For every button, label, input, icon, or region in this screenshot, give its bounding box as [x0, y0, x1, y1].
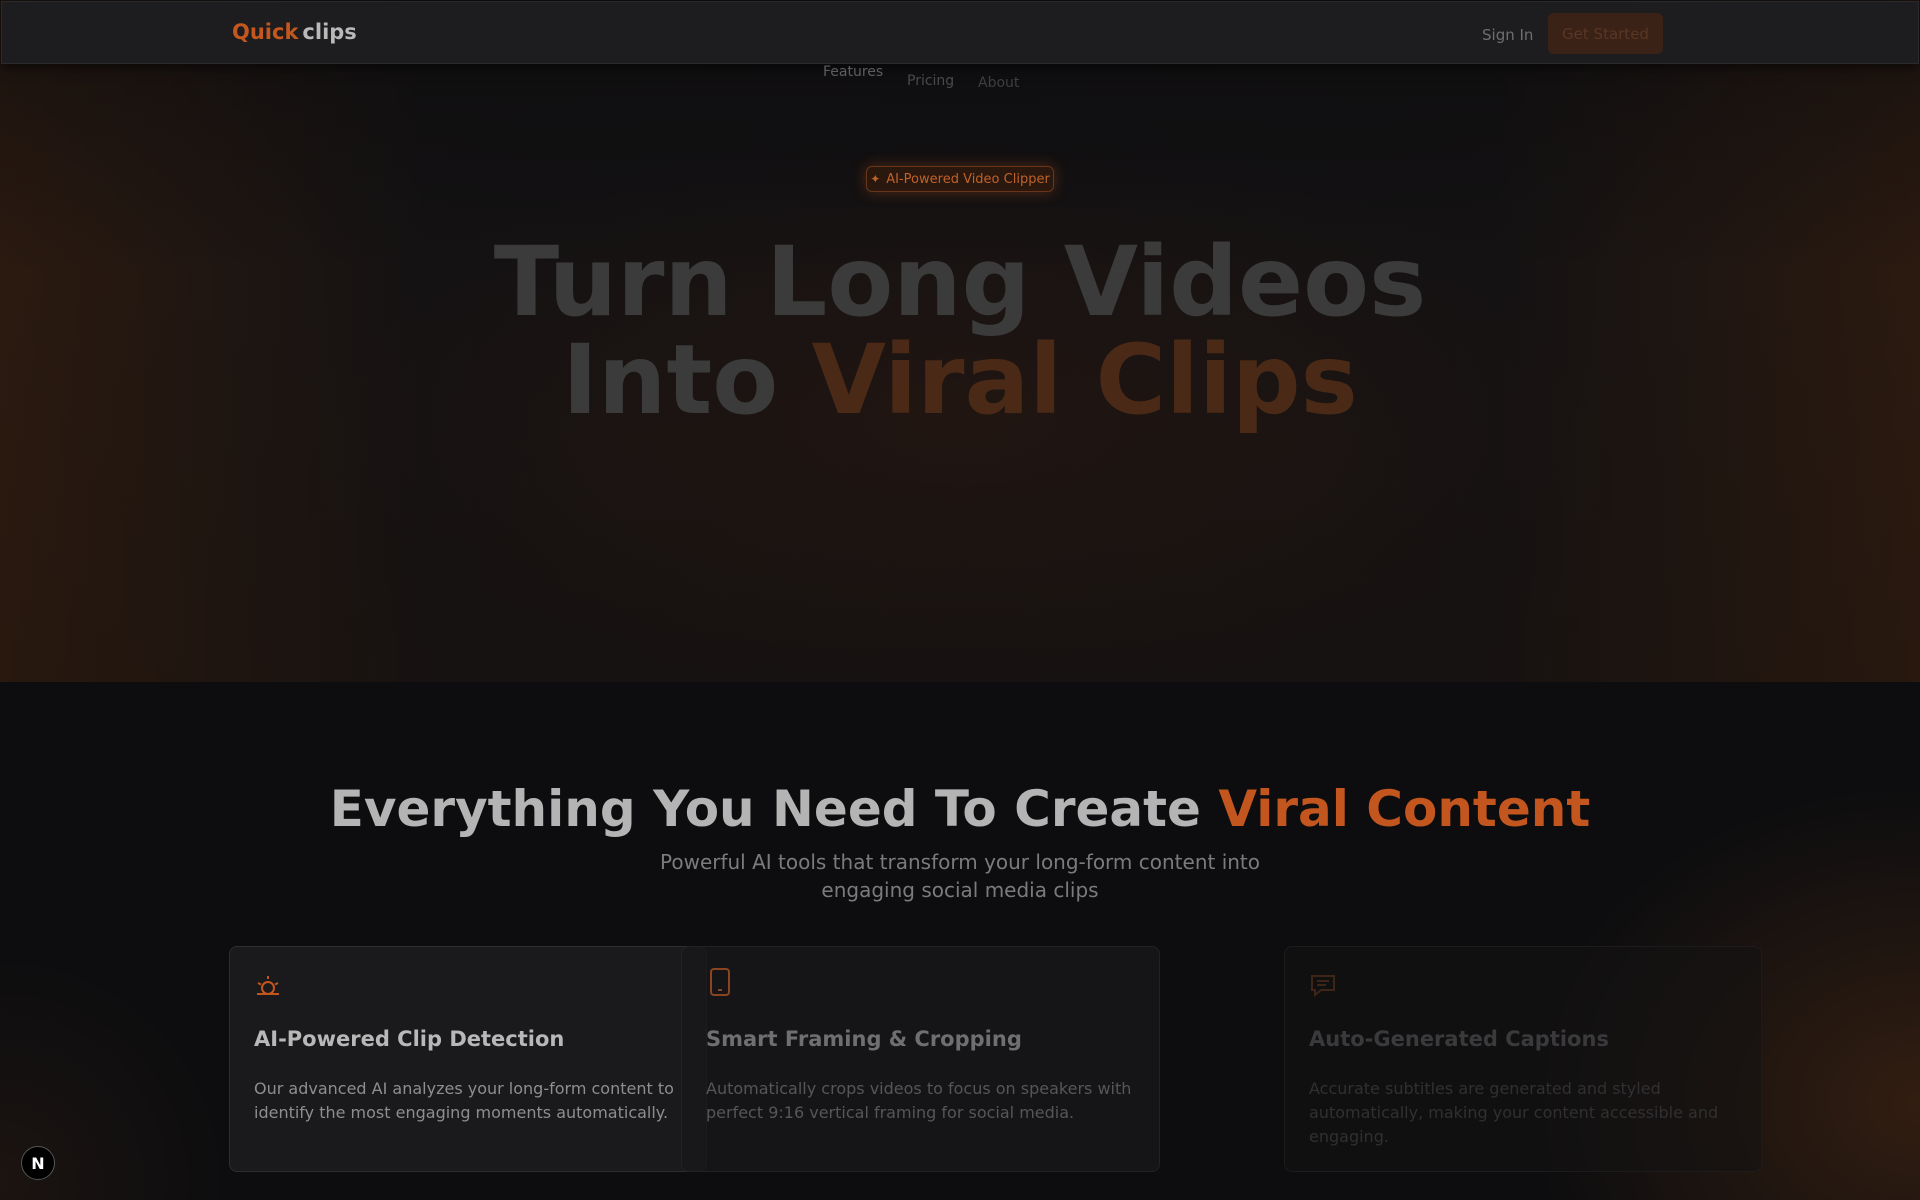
- sign-in-link[interactable]: Sign In: [1482, 26, 1533, 44]
- top-header: Quick clips Sign In Get Started: [1, 1, 1919, 64]
- card-title: Smart Framing & Cropping: [706, 1027, 1022, 1051]
- message-icon: [1311, 975, 1335, 998]
- hero-title-line1: Turn Long Videos: [493, 226, 1427, 338]
- logo-quick: Quick: [232, 20, 299, 44]
- sparkle-icon: ✦: [870, 172, 881, 186]
- nav-features[interactable]: Features: [823, 64, 883, 80]
- lightbulb-icon: [257, 976, 279, 995]
- hero-title-prefix: Into: [562, 324, 779, 436]
- nav-pricing[interactable]: Pricing: [907, 73, 954, 89]
- hero-title-line2: Into Viral Clips: [0, 332, 1920, 428]
- card-description: Our advanced AI analyzes your long-form …: [254, 1079, 674, 1122]
- logo-clips: clips: [302, 20, 357, 44]
- feature-card-captions[interactable]: Auto-Generated Captions Accurate subtitl…: [1284, 946, 1762, 1172]
- card-description: Automatically crops videos to focus on s…: [706, 1079, 1132, 1122]
- logo[interactable]: Quick clips: [232, 20, 357, 44]
- features-title-prefix: Everything You Need To Create: [329, 780, 1201, 838]
- features-title-accent: Viral Content: [1218, 780, 1591, 838]
- features-title: Everything You Need To Create Viral Cont…: [0, 780, 1920, 838]
- ai-badge: ✦ AI-Powered Video Clipper: [866, 166, 1054, 192]
- feature-card-clip-detection[interactable]: AI-Powered Clip Detection Our advanced A…: [229, 946, 707, 1172]
- feature-card-smart-framing[interactable]: Smart Framing & Cropping Automatically c…: [681, 946, 1160, 1172]
- features-subtitle: Powerful AI tools that transform your lo…: [660, 850, 1260, 902]
- dev-tools-badge[interactable]: N: [21, 1146, 55, 1180]
- nav-about[interactable]: About: [978, 75, 1019, 91]
- hero-title-accent: Viral Clips: [811, 324, 1358, 436]
- ai-badge-label: AI-Powered Video Clipper: [886, 171, 1050, 187]
- card-title: Auto-Generated Captions: [1309, 1027, 1609, 1051]
- get-started-button[interactable]: Get Started: [1548, 13, 1663, 54]
- phone-icon: [710, 968, 730, 996]
- card-title: AI-Powered Clip Detection: [254, 1027, 565, 1051]
- card-description: Accurate subtitles are generated and sty…: [1309, 1079, 1719, 1146]
